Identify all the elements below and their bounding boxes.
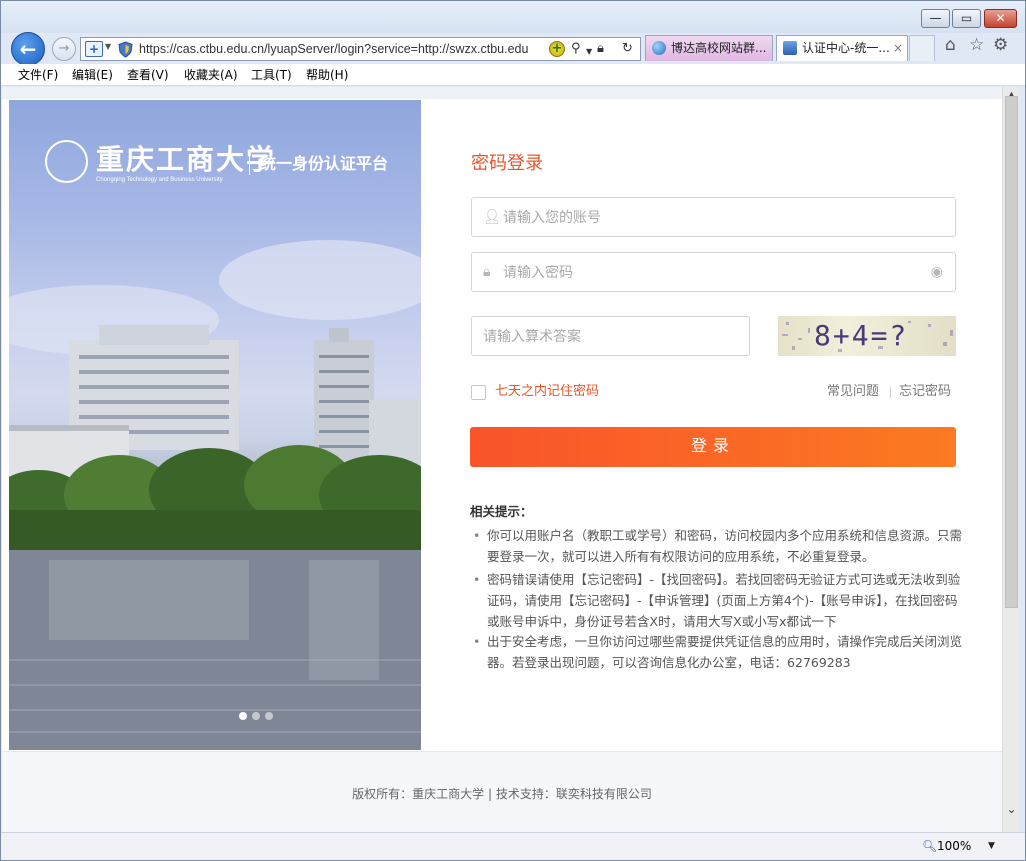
campus-hero-image: 重庆工商大学 Chongqing Technology and Business…: [9, 100, 421, 750]
forward-button[interactable]: →: [52, 37, 76, 61]
logo-divider: [249, 151, 250, 175]
remember-label[interactable]: 七天之内记住密码: [495, 383, 599, 401]
status-bar: 🔍︎ 100% ▼: [1, 832, 1025, 860]
zoom-level[interactable]: 100%: [937, 838, 971, 854]
carousel-dot-3[interactable]: [265, 712, 273, 720]
page-viewport: 重庆工商大学 Chongqing Technology and Business…: [2, 87, 1002, 832]
menu-tools[interactable]: 工具(T): [251, 67, 292, 83]
captcha-placeholder: 请输入算术答案: [483, 329, 581, 345]
account-input[interactable]: 👤︎ 请输入您的账号: [471, 197, 956, 237]
chevron-down-icon[interactable]: ▼: [105, 42, 111, 51]
gear-icon[interactable]: ⚙: [993, 35, 1008, 55]
forgot-password-link[interactable]: 忘记密码: [899, 383, 951, 401]
browser-tab-2[interactable]: 认证中心-统一... ×: [776, 35, 908, 61]
page-top-strip: [2, 87, 1002, 99]
carousel-dot-1[interactable]: [239, 712, 247, 720]
menu-help[interactable]: 帮助(H): [306, 67, 348, 83]
link-divider: [890, 387, 891, 398]
globe-icon: [652, 41, 666, 55]
login-button-label: 登录: [690, 438, 735, 455]
address-bar[interactable]: + ▼ https://cas.ctbu.edu.cn/lyuapServer/…: [80, 37, 641, 61]
home-icon[interactable]: ⌂: [945, 35, 956, 55]
back-button[interactable]: ←: [11, 32, 45, 66]
tips-title: 相关提示：: [470, 504, 533, 519]
star-icon[interactable]: ☆: [969, 35, 984, 55]
menu-favorites[interactable]: 收藏夹(A): [184, 67, 238, 83]
navigation-bar: ← → + ▼ https://cas.ctbu.edu.cn/lyuapSer…: [1, 31, 1025, 66]
lock-icon: 🔒︎: [483, 264, 491, 280]
shield-icon: [783, 41, 797, 55]
login-title: 密码登录: [471, 153, 543, 174]
menu-view[interactable]: 查看(V): [127, 67, 169, 83]
login-panel: 密码登录 👤︎ 请输入您的账号 🔒︎ 请输入密码 ◉ 请输入算术答案 8+4=?…: [421, 100, 1001, 750]
password-input[interactable]: 🔒︎ 请输入密码 ◉: [471, 252, 956, 292]
copyright-text: 版权所有：重庆工商大学 | 技术支持：联奕科技有限公司: [352, 787, 652, 801]
browser-window: — ▭ ✕ ← → + ▼ https://cas.ctbu.edu.cn/ly…: [0, 0, 1026, 861]
site-favicon-icon[interactable]: +: [85, 41, 103, 57]
minimize-button[interactable]: —: [921, 9, 950, 28]
remember-checkbox[interactable]: [471, 385, 486, 400]
scrollbar-thumb[interactable]: [1005, 96, 1018, 608]
maximize-icon: ▭: [960, 11, 973, 25]
browser-tab-1[interactable]: 博达高校网站群...: [645, 35, 773, 61]
faq-link[interactable]: 常见问题: [827, 383, 879, 401]
lock-icon[interactable]: 🔒︎: [597, 40, 604, 58]
password-placeholder: 请输入密码: [503, 265, 573, 281]
chevron-down-icon[interactable]: ▼: [586, 43, 592, 61]
eye-hidden-icon[interactable]: ◉: [931, 264, 943, 280]
search-icon[interactable]: ⚲: [571, 40, 581, 58]
vertical-scrollbar[interactable]: ▲ ⌄: [1002, 87, 1019, 832]
menu-bar: 文件(F) 编辑(E) 查看(V) 收藏夹(A) 工具(T) 帮助(H): [1, 64, 1025, 86]
account-placeholder: 请输入您的账号: [503, 210, 601, 226]
user-icon: 👤︎: [483, 209, 501, 225]
campus-scene: [9, 240, 421, 750]
bullet: •: [473, 634, 481, 649]
login-button[interactable]: 登录: [470, 427, 956, 467]
captcha-image[interactable]: 8+4=?: [778, 316, 956, 356]
tip-item: • 你可以用账户名（教职工或学号）和密码，访问校园内多个应用系统和信息资源。只需…: [473, 525, 963, 569]
new-tab-button[interactable]: [909, 35, 935, 61]
minimize-icon: —: [929, 11, 942, 25]
back-arrow-icon: ←: [19, 37, 37, 61]
menu-edit[interactable]: 编辑(E): [72, 67, 113, 83]
zoom-icon[interactable]: 🔍︎: [922, 838, 937, 854]
platform-name: 统一身份认证平台: [260, 154, 389, 173]
tip-text: 出于安全考虑，一旦你访问过哪些需要提供凭证信息的应用时，请操作完成后关闭浏览器。…: [487, 634, 963, 670]
maximize-button[interactable]: ▭: [952, 9, 981, 28]
tip-item: • 出于安全考虑，一旦你访问过哪些需要提供凭证信息的应用时，请操作完成后关闭浏览…: [473, 631, 963, 675]
close-icon: ✕: [995, 11, 1006, 25]
bullet: •: [473, 528, 481, 543]
university-name-en: Chongqing Technology and Business Univer…: [96, 177, 223, 183]
close-window-button[interactable]: ✕: [984, 9, 1017, 28]
close-tab-icon[interactable]: ×: [893, 36, 903, 60]
tip-text: 你可以用账户名（教职工或学号）和密码，访问校园内多个应用系统和信息资源。只需要登…: [487, 528, 963, 564]
tab-label: 认证中心-统一...: [802, 41, 890, 55]
captcha-input[interactable]: 请输入算术答案: [471, 316, 750, 356]
bullet: •: [473, 572, 481, 587]
refresh-icon[interactable]: ↻: [622, 40, 633, 58]
university-seal-logo: [45, 140, 88, 183]
tip-text: 密码错误请使用【忘记密码】-【找回密码】。若找回密码无验证方式可选或无法收到验证…: [487, 572, 961, 629]
url-input[interactable]: https://cas.ctbu.edu.cn/lyuapServer/logi…: [139, 41, 544, 58]
compatibility-view-icon[interactable]: +: [549, 41, 565, 57]
tip-item: • 密码错误请使用【忘记密码】-【找回密码】。若找回密码无验证方式可选或无法收到…: [473, 569, 963, 635]
shield-icon: [118, 41, 133, 58]
forward-arrow-icon: →: [58, 41, 70, 56]
menu-file[interactable]: 文件(F): [18, 67, 58, 83]
tab-label: 博达高校网站群...: [671, 41, 767, 55]
chevron-down-icon[interactable]: ▼: [988, 839, 995, 853]
scroll-down-icon[interactable]: ⌄: [1003, 801, 1020, 818]
page-footer: 版权所有：重庆工商大学 | 技术支持：联奕科技有限公司: [2, 751, 1002, 832]
carousel-dot-2[interactable]: [252, 712, 260, 720]
captcha-text: 8+4=?: [814, 319, 909, 352]
title-bar: — ▭ ✕: [1, 1, 1025, 33]
